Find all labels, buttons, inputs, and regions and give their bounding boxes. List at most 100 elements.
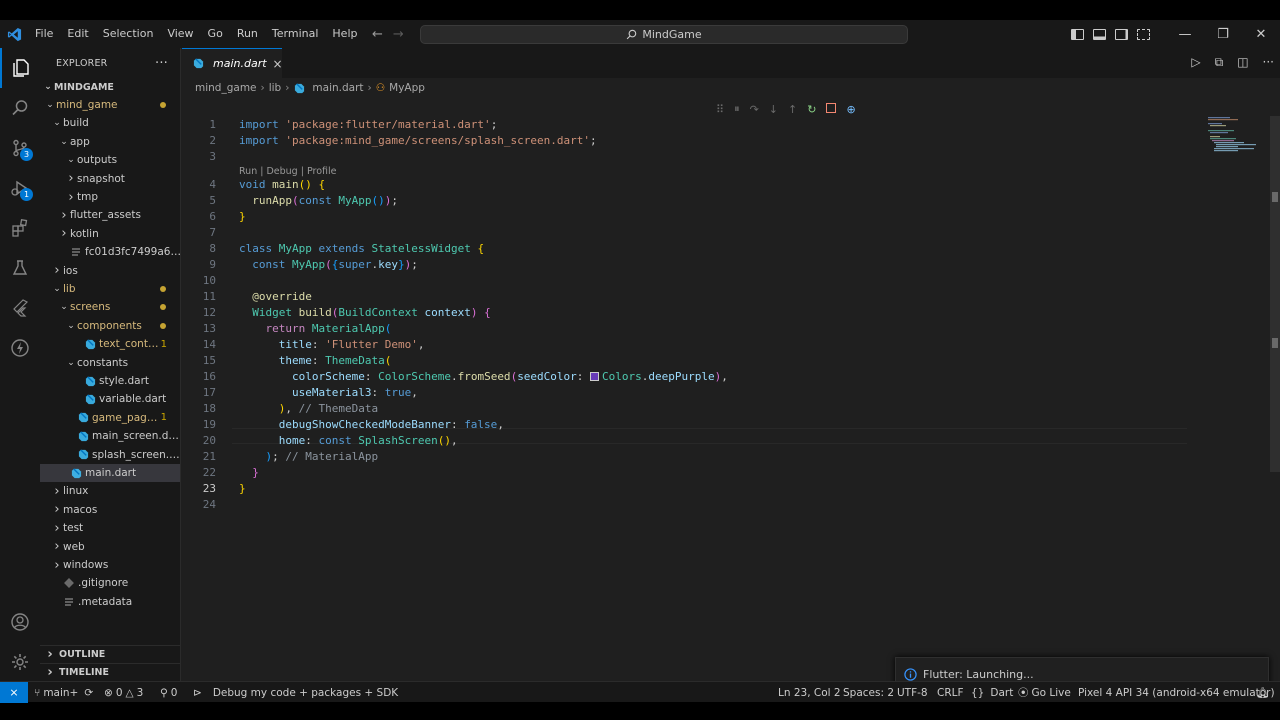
file-item[interactable]: game_page.... 1	[40, 409, 180, 427]
tab-main-dart[interactable]: main.dart ×	[182, 48, 283, 78]
open-devtools-icon[interactable]: ⧉	[1215, 55, 1224, 70]
source-control-icon[interactable]: 3	[0, 128, 40, 168]
more-actions-icon[interactable]: ···	[1263, 55, 1274, 70]
menu-terminal[interactable]: Terminal	[265, 20, 326, 48]
code-line: 13 return MaterialApp(	[182, 320, 1192, 336]
folder-item[interactable]: › flutter_assets	[40, 206, 180, 224]
toggle-primary-sidebar-icon[interactable]	[1071, 28, 1084, 40]
device-selector[interactable]: Pixel 4 API 34 (android-x64 emulator)	[1078, 682, 1275, 703]
split-editor-icon[interactable]: ◫	[1237, 55, 1248, 70]
pause-icon[interactable]: ⏸	[734, 102, 740, 116]
explorer-icon[interactable]	[0, 48, 40, 88]
step-into-icon[interactable]: ↓	[769, 103, 778, 116]
go-live-button[interactable]: ⦿ Go Live	[1018, 682, 1071, 703]
file-item[interactable]: .gitignore	[40, 574, 180, 592]
inspect-widget-icon[interactable]: ⊕	[846, 103, 855, 116]
color-swatch-icon[interactable]	[590, 372, 600, 381]
folder-item[interactable]: › linux	[40, 482, 180, 500]
cursor-position[interactable]: Ln 23, Col 2	[778, 682, 841, 703]
restart-icon[interactable]: ↻	[807, 103, 816, 116]
section-timeline[interactable]: › TIMELINE	[40, 663, 180, 681]
code-text: return MaterialApp(	[239, 322, 392, 335]
folder-item[interactable]: ⌄ lib	[40, 280, 180, 298]
file-item[interactable]: variable.dart	[40, 390, 180, 408]
search-icon[interactable]	[0, 88, 40, 128]
menu-help[interactable]: Help	[325, 20, 364, 48]
explorer-more-actions-icon[interactable]: ···	[155, 56, 168, 71]
stop-icon[interactable]	[826, 102, 837, 116]
debug-config-indicator[interactable]: ⊳ Debug my code + packages + SDK	[193, 682, 398, 703]
indentation[interactable]: Spaces: 2	[843, 682, 894, 703]
menu-run[interactable]: Run	[230, 20, 265, 48]
minimize-button[interactable]: —	[1166, 20, 1204, 48]
branch-indicator[interactable]: ⑂ main+ ⟳	[34, 682, 93, 703]
code-token: false	[464, 417, 498, 431]
breadcrumb-item[interactable]: main.dart	[312, 82, 363, 94]
forward-arrow-icon[interactable]: →	[393, 27, 404, 42]
toggle-secondary-sidebar-icon[interactable]	[1115, 28, 1128, 40]
maximize-button[interactable]: ❐	[1204, 20, 1242, 48]
account-icon[interactable]	[0, 602, 40, 642]
minimap[interactable]	[1194, 116, 1270, 176]
folder-item[interactable]: › windows	[40, 556, 180, 574]
language-mode[interactable]: {} Dart	[971, 682, 1013, 703]
folder-item[interactable]: › ios	[40, 262, 180, 280]
folder-item[interactable]: ⌄ app	[40, 133, 180, 151]
folder-item[interactable]: ⌄ mind_game	[40, 96, 180, 114]
folder-item[interactable]: › snapshot	[40, 170, 180, 188]
settings-gear-icon[interactable]	[0, 642, 40, 682]
line-ending[interactable]: CRLF	[937, 682, 964, 703]
back-arrow-icon[interactable]: ←	[372, 27, 383, 42]
customize-layout-icon[interactable]	[1137, 28, 1150, 40]
folder-item[interactable]: › macos	[40, 501, 180, 519]
remote-indicator-icon[interactable]: ⨯	[0, 682, 28, 703]
workspace-root[interactable]: ⌄ MINDGAME	[40, 78, 180, 96]
breadcrumb-item[interactable]: lib	[269, 82, 282, 94]
run-play-icon[interactable]: ▷	[1191, 55, 1200, 70]
close-window-button[interactable]: ✕	[1242, 20, 1280, 48]
folder-item[interactable]: › web	[40, 538, 180, 556]
breadcrumb-item[interactable]: mind_game	[195, 82, 257, 94]
menu-file[interactable]: File	[28, 20, 60, 48]
file-item[interactable]: splash_screen.dart	[40, 446, 180, 464]
command-center-search[interactable]: MindGame	[420, 25, 908, 44]
encoding[interactable]: UTF-8	[897, 682, 928, 703]
file-item[interactable]: fc01d3fc7499a642...	[40, 243, 180, 261]
editor-scrollbar[interactable]	[1270, 116, 1280, 472]
run-and-debug-icon[interactable]: 1	[0, 168, 40, 208]
menu-edit[interactable]: Edit	[60, 20, 95, 48]
drag-handle-icon[interactable]: ⠿	[716, 103, 724, 116]
file-item[interactable]: main_screen.dart	[40, 427, 180, 445]
title-bar: File Edit Selection View Go Run Terminal Help ←…	[0, 20, 1280, 48]
extensions-icon[interactable]	[0, 208, 40, 248]
thunder-client-icon[interactable]	[0, 328, 40, 368]
file-item[interactable]: main.dart	[40, 464, 180, 482]
folder-item[interactable]: › tmp	[40, 188, 180, 206]
folder-item[interactable]: ⌄ outputs	[40, 151, 180, 169]
section-outline[interactable]: › OUTLINE	[40, 645, 180, 663]
tab-close-icon[interactable]: ×	[273, 57, 283, 71]
code-line: 6}	[182, 208, 1192, 224]
menu-go[interactable]: Go	[201, 20, 230, 48]
file-item[interactable]: .metadata	[40, 593, 180, 611]
testing-icon[interactable]	[0, 248, 40, 288]
ports-indicator[interactable]: ⚲ 0	[160, 682, 177, 703]
step-out-icon[interactable]: ↑	[788, 103, 797, 116]
folder-item[interactable]: ⌄ components	[40, 317, 180, 335]
file-item[interactable]: text_contai... 1	[40, 335, 180, 353]
folder-item[interactable]: ⌄ constants	[40, 354, 180, 372]
flutter-icon[interactable]	[0, 288, 40, 328]
menu-selection[interactable]: Selection	[96, 20, 161, 48]
folder-item[interactable]: › test	[40, 519, 180, 537]
toggle-panel-icon[interactable]	[1093, 28, 1106, 40]
problems-indicator[interactable]: ⊗ 0 △ 3	[104, 682, 143, 703]
step-over-icon[interactable]: ↷	[750, 103, 759, 116]
notifications-bell-icon[interactable]: 🔔︎	[1256, 682, 1269, 703]
breadcrumb-item[interactable]: MyApp	[389, 82, 425, 94]
menu-view[interactable]: View	[160, 20, 200, 48]
folder-item[interactable]: ⌄ screens	[40, 298, 180, 316]
file-item[interactable]: style.dart	[40, 372, 180, 390]
folder-item[interactable]: ⌄ build	[40, 114, 180, 132]
folder-item[interactable]: › kotlin	[40, 225, 180, 243]
